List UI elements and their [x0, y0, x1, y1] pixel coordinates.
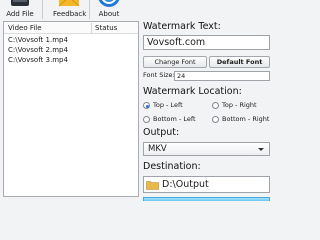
radio-indicator	[212, 102, 219, 109]
watermark-text-input[interactable]: Vovsoft.com	[143, 35, 270, 50]
font-size-value: 24	[177, 72, 186, 80]
radio-indicator	[212, 116, 219, 123]
add-file-label: Add File	[6, 10, 34, 18]
watermark-text-value: Vovsoft.com	[147, 37, 206, 48]
folder-icon[interactable]	[146, 180, 159, 190]
settings-panel: Watermark Text: Vovsoft.com Change Font …	[140, 19, 280, 201]
column-video-file[interactable]: Video File	[8, 22, 42, 34]
watermark-text-title: Watermark Text:	[143, 21, 221, 32]
radio-label: Top - Right	[222, 101, 257, 109]
about-label: About	[98, 10, 120, 18]
list-item[interactable]: C:\Vovsoft 3.mp4	[8, 55, 68, 65]
toolbar-separator	[42, 0, 43, 19]
column-status[interactable]: Status	[95, 22, 117, 34]
list-item[interactable]: C:\Vovsoft 1.mp4	[8, 35, 68, 45]
font-size-label: Font Size:	[143, 71, 175, 79]
font-size-input[interactable]: 24	[174, 71, 270, 81]
info-icon	[98, 0, 120, 7]
envelope-icon	[58, 0, 80, 7]
radio-indicator	[143, 102, 150, 109]
list-header: Video File Status	[4, 22, 138, 34]
output-format-value: MKV	[148, 144, 167, 154]
video-file-list[interactable]: Video File Status C:\Vovsoft 1.mp4 C:\Vo…	[3, 21, 139, 197]
toolbar-separator	[89, 0, 90, 19]
output-title: Output:	[143, 127, 180, 138]
radio-label: Bottom - Right	[222, 115, 270, 123]
radio-label: Bottom - Left	[153, 115, 196, 123]
chevron-down-icon	[258, 148, 264, 151]
radio-indicator	[143, 116, 150, 123]
toolbar: Add File Feedback About	[0, 0, 280, 19]
watermark-location-title: Watermark Location:	[143, 86, 242, 97]
film-add-icon	[11, 0, 29, 6]
output-format-select[interactable]: MKV	[143, 142, 270, 156]
feedback-label: Feedback	[53, 10, 87, 18]
destination-field[interactable]: D:\Output	[143, 176, 270, 193]
default-font-button[interactable]: Default Font	[209, 56, 270, 68]
about-button[interactable]: About	[96, 0, 122, 19]
column-divider[interactable]	[91, 23, 92, 33]
add-file-button[interactable]: Add File	[2, 0, 38, 19]
start-button[interactable]	[143, 197, 270, 201]
destination-path: D:\Output	[162, 179, 209, 190]
destination-title: Destination:	[143, 161, 201, 172]
feedback-button[interactable]: Feedback	[53, 0, 87, 19]
list-item[interactable]: C:\Vovsoft 2.mp4	[8, 45, 68, 55]
change-font-button[interactable]: Change Font	[143, 56, 207, 68]
radio-label: Top - Left	[153, 101, 183, 109]
